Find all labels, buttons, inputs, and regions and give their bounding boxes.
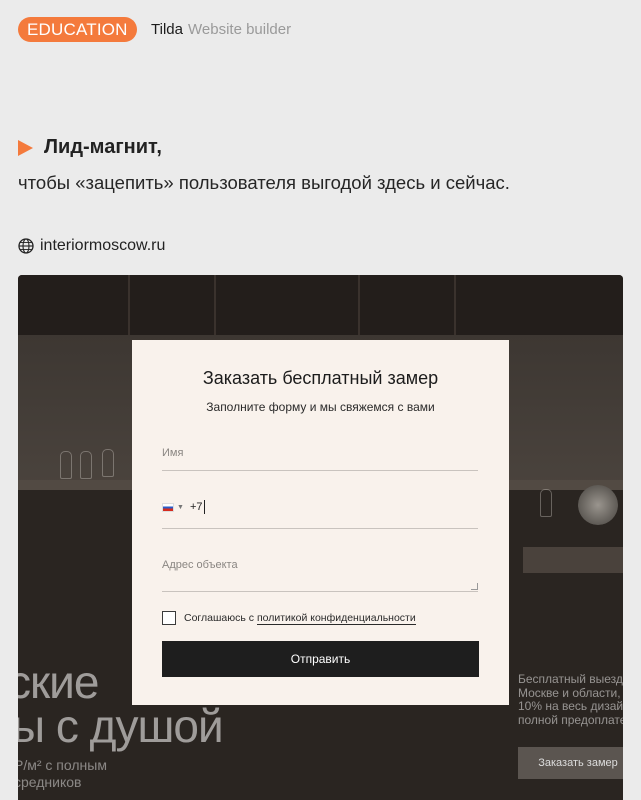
resize-handle-icon[interactable] [471, 583, 478, 590]
table-decor [523, 547, 623, 573]
website-screenshot: ские ы с душой Р/м² с полным средников Б… [18, 275, 623, 800]
phone-field[interactable]: ▼ +7 [162, 495, 478, 529]
cabinet-divider [214, 275, 216, 335]
education-badge: EDUCATION [18, 17, 137, 42]
order-measure-button[interactable]: Заказать замер [518, 747, 623, 779]
promo-line: 10% на весь дизайн [518, 699, 623, 713]
site-url[interactable]: interiormoscow.ru [40, 237, 165, 255]
section-heading: Лид-магнит, [44, 136, 162, 158]
cabinet-divider [358, 275, 360, 335]
modal-subtitle: Заполните форму и мы свяжемся с вами [206, 400, 435, 414]
glass-decor [540, 489, 552, 517]
name-placeholder: Имя [162, 447, 184, 459]
modal-title: Заказать бесплатный замер [202, 368, 439, 388]
text-cursor [204, 500, 205, 514]
promo-line: Москве и области, а [518, 685, 623, 700]
section-heading-row: Лид-магнит, [18, 136, 162, 159]
consent-text: Соглашаюсь с политикой конфиденциальност… [184, 612, 416, 625]
name-field[interactable]: Имя [162, 443, 478, 471]
address-placeholder: Адрес объекта [162, 559, 238, 571]
consent-row: Соглашаюсь с политикой конфиденциальност… [162, 611, 416, 625]
cabinet-divider [454, 275, 456, 335]
globe-icon [18, 238, 34, 254]
site-link-row[interactable]: interiormoscow.ru [18, 237, 165, 255]
russia-flag-icon[interactable] [162, 503, 174, 512]
promo-line: полной предоплате [518, 712, 623, 727]
phone-code: +7 [190, 501, 203, 513]
plant-decor [578, 485, 618, 525]
play-icon [18, 139, 33, 156]
hero-subtitle-line2: средников [18, 774, 82, 790]
address-field[interactable]: Адрес объекта [162, 555, 478, 592]
kitchen-upper-cabinets [18, 275, 623, 335]
brand-name: Tilda [151, 21, 183, 38]
promo-text: Бесплатный выезд Москве и области, а 10%… [518, 672, 623, 727]
cabinet-divider [128, 275, 130, 335]
consent-prefix: Соглашаюсь с [184, 612, 255, 624]
privacy-policy-link[interactable]: политикой конфиденциальности [256, 612, 416, 625]
section-subheading: чтобы «зацепить» пользователя выгодой зд… [18, 172, 510, 193]
chevron-down-icon[interactable]: ▼ [177, 504, 184, 511]
consent-checkbox[interactable] [162, 611, 176, 625]
glass-decor [102, 449, 114, 477]
glass-decor [60, 451, 72, 479]
lead-form-modal: Заказать бесплатный замер Заполните форм… [132, 340, 509, 705]
submit-button[interactable]: Отправить [162, 641, 479, 677]
hero-subtitle-line1: Р/м² с полным [18, 757, 107, 773]
hero-title-line2: ы с душой [18, 700, 224, 752]
glass-decor [80, 451, 92, 479]
promo-line: Бесплатный выезд [518, 672, 623, 686]
brand-tagline: Website builder [188, 21, 292, 38]
